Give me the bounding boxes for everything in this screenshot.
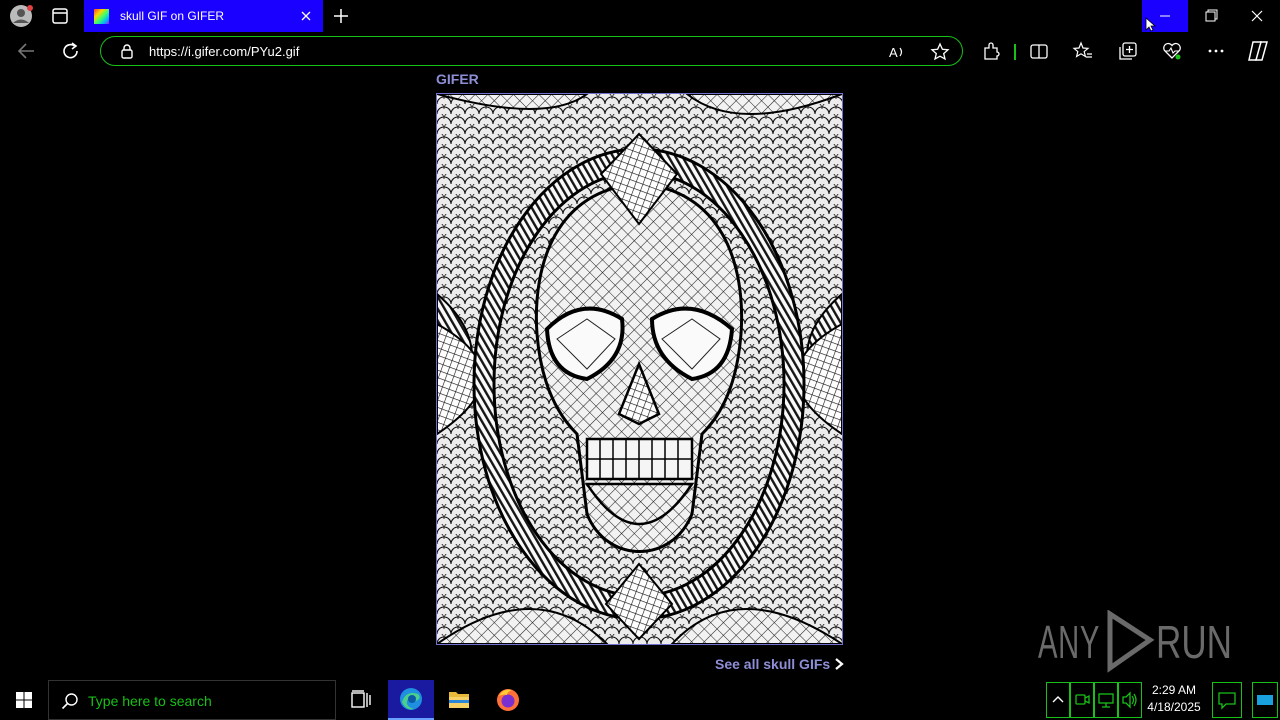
see-all-link-label: See all skull GIFs [715, 656, 831, 672]
browser-toolbar: https://i.gifer.com/PYu2.gif A [0, 32, 1280, 70]
windows-taskbar: Type here to search 2:29 AM 4/18/2025 [0, 680, 1280, 720]
favorite-star-icon[interactable] [930, 42, 950, 62]
windows-start-icon[interactable] [0, 680, 48, 720]
split-screen-icon[interactable] [1028, 40, 1050, 62]
meet-now-icon[interactable] [1070, 682, 1094, 718]
network-icon[interactable] [1094, 682, 1118, 718]
search-placeholder: Type here to search [88, 693, 212, 709]
taskbar-clock[interactable]: 2:29 AM 4/18/2025 [1143, 682, 1205, 718]
site-label[interactable]: GIFER [436, 71, 479, 87]
more-options-icon[interactable] [1205, 40, 1227, 62]
file-explorer-icon[interactable] [436, 680, 482, 720]
search-icon [61, 692, 79, 710]
volume-icon[interactable] [1118, 682, 1142, 718]
svg-text:A: A [889, 45, 898, 60]
clock-time: 2:29 AM [1151, 683, 1197, 697]
tab-strip: skull GIF on GIFER [0, 0, 1280, 32]
collections-icon[interactable] [1117, 40, 1139, 62]
address-bar[interactable]: https://i.gifer.com/PYu2.gif A [100, 36, 963, 66]
window-close-button[interactable] [1234, 0, 1280, 32]
toolbar-divider [1014, 44, 1016, 60]
tab-title: skull GIF on GIFER [120, 9, 225, 23]
extensions-puzzle-icon[interactable] [980, 40, 1002, 62]
page-content: GIFER See all skull GIFs ANY RUN [0, 70, 1280, 680]
gifer-favicon-icon [94, 9, 109, 24]
copilot-icon[interactable] [1246, 39, 1270, 63]
svg-text:RUN: RUN [1156, 616, 1232, 668]
new-tab-plus-icon[interactable] [330, 4, 352, 28]
edge-taskbar-icon[interactable] [388, 680, 434, 720]
task-view-icon[interactable] [340, 680, 380, 720]
back-arrow-icon[interactable] [14, 39, 40, 63]
active-tab[interactable]: skull GIF on GIFER [84, 0, 323, 32]
clock-date: 4/18/2025 [1147, 700, 1201, 714]
notification-center-icon[interactable] [1212, 682, 1242, 718]
svg-text:ANY: ANY [1038, 616, 1100, 668]
url-text[interactable]: https://i.gifer.com/PYu2.gif [149, 44, 299, 59]
tab-close-icon[interactable] [298, 8, 314, 24]
read-aloud-icon[interactable]: A [887, 42, 907, 62]
window-minimize-button[interactable] [1142, 0, 1188, 32]
anyrun-watermark-logo: ANY RUN [1038, 610, 1234, 674]
skull-gif-image[interactable] [436, 93, 843, 645]
favorites-list-icon[interactable] [1072, 40, 1094, 62]
lock-icon[interactable] [119, 43, 135, 59]
firefox-icon[interactable] [485, 680, 531, 720]
chevron-right-icon [834, 656, 844, 672]
tray-overflow-chevron-icon[interactable] [1046, 682, 1070, 718]
tab-actions-icon[interactable] [48, 4, 72, 28]
browser-essentials-heart-icon[interactable] [1161, 40, 1183, 62]
see-all-gifs-link[interactable]: See all skull GIFs [715, 656, 844, 672]
refresh-icon[interactable] [58, 39, 84, 63]
taskbar-search-box[interactable]: Type here to search [48, 680, 336, 720]
profile-avatar-icon[interactable] [8, 4, 34, 28]
show-desktop-button[interactable] [1252, 682, 1278, 718]
window-restore-button[interactable] [1188, 0, 1234, 32]
